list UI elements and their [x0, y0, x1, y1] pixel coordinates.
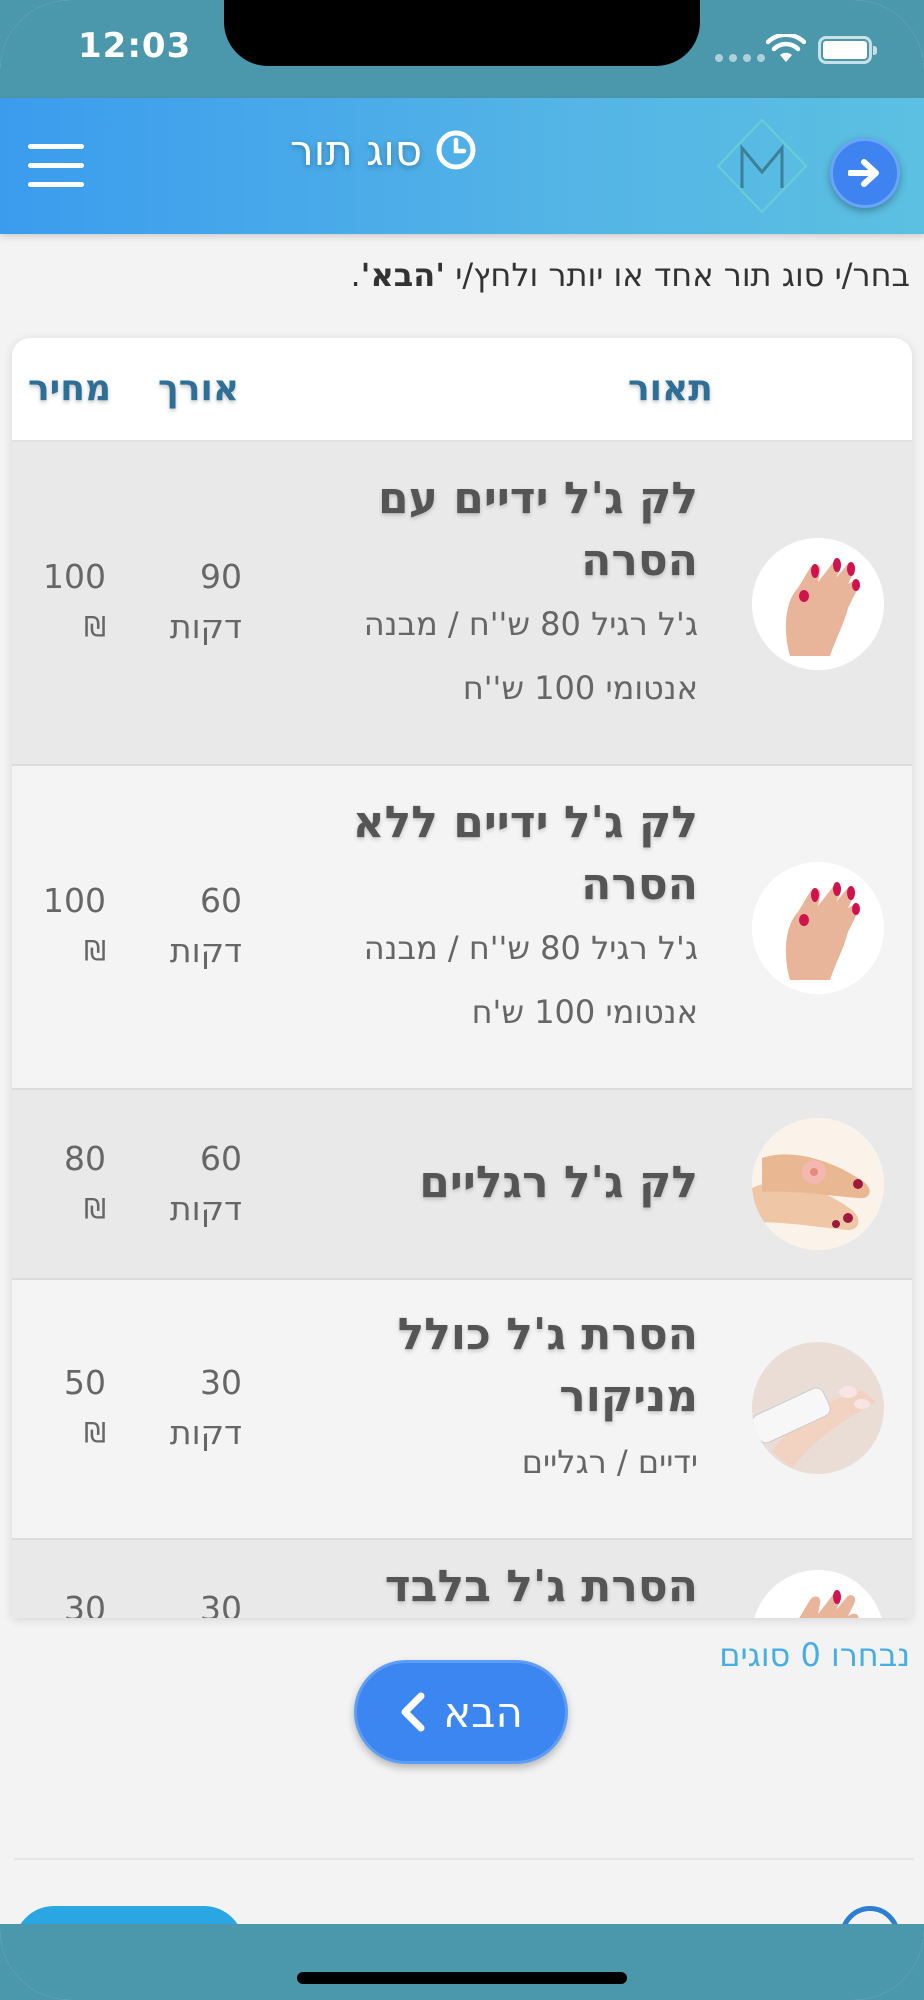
- arrow-right-icon: [848, 159, 879, 187]
- home-bar-area: [0, 1924, 924, 2000]
- app-header: סוג תור: [0, 98, 924, 234]
- instruction-emphasis: 'הבא': [360, 256, 446, 294]
- service-image: [752, 538, 884, 670]
- next-button-label: הבא: [443, 1687, 523, 1737]
- table-row[interactable]: הסרת ג'ל בלבד 30 30: [12, 1540, 912, 1618]
- service-length: 30: [200, 1589, 242, 1618]
- service-length: 30 דקות: [169, 1363, 242, 1452]
- service-image: [752, 1118, 884, 1250]
- status-bar: 12:03: [0, 0, 924, 98]
- cellular-signal-icon: [715, 54, 765, 62]
- page-title-group: סוג תור: [290, 120, 478, 180]
- forward-button[interactable]: [830, 138, 900, 208]
- wifi-icon: [766, 34, 806, 62]
- nail-file-icon: [752, 1342, 884, 1474]
- selected-count: נבחרו 0 סוגים: [719, 1636, 910, 1674]
- column-header-length: אורך: [158, 368, 240, 409]
- service-title: הסרת ג'ל בלבד: [384, 1561, 698, 1612]
- service-description: ידיים / רגליים: [521, 1443, 698, 1481]
- service-length: 60 דקות: [169, 881, 242, 970]
- manicure-hand-icon: [752, 1570, 884, 1618]
- service-length: 90 דקות: [169, 557, 242, 646]
- column-header-description: תאור: [628, 368, 713, 409]
- status-time: 12:03: [78, 26, 192, 66]
- service-length: 60 דקות: [169, 1139, 242, 1228]
- column-header-price: מחיר: [28, 368, 112, 409]
- manicure-hand-icon: [752, 862, 884, 994]
- table-row[interactable]: לק ג'ל ידיים ללא הסרה ג'ל רגיל 80 ש''ח /…: [12, 766, 912, 1090]
- divider: [14, 1858, 914, 1860]
- table-header: תאור אורך מחיר: [12, 338, 912, 442]
- service-table: תאור אורך מחיר לק ג'ל ידיים עם הסרה ג'ל …: [12, 338, 912, 1618]
- app-screen: 12:03 סוג תור בחר/י סוג תור אחד או יותר …: [0, 0, 924, 2000]
- home-indicator[interactable]: [297, 1972, 627, 1984]
- menu-button[interactable]: [28, 144, 84, 188]
- table-row[interactable]: לק ג'ל רגליים 60 דקות 80 ₪: [12, 1090, 912, 1280]
- manicure-hand-icon: [752, 538, 884, 670]
- service-image: [752, 1342, 884, 1474]
- table-row[interactable]: הסרת ג'ל כולל מניקור ידיים / רגליים 30 ד…: [12, 1280, 912, 1540]
- service-price: 100 ₪: [43, 557, 106, 643]
- pedicure-feet-icon: [752, 1118, 884, 1250]
- service-image: [752, 1570, 884, 1618]
- hamburger-icon: [28, 144, 84, 149]
- service-image: [752, 862, 884, 994]
- notch: [224, 0, 700, 66]
- service-price: 30: [64, 1589, 106, 1618]
- service-title: לק ג'ל ידיים ללא הסרה: [352, 797, 698, 910]
- service-price: 50 ₪: [64, 1363, 106, 1449]
- table-row[interactable]: לק ג'ל ידיים עם הסרה ג'ל רגיל 80 ש''ח / …: [12, 442, 912, 766]
- service-title: לק ג'ל רגליים: [419, 1157, 698, 1208]
- service-description: ג'ל רגיל 80 ש''ח / מבנה אנטומי 100 ש''ח: [363, 605, 698, 707]
- service-price: 80 ₪: [64, 1139, 106, 1225]
- battery-icon: [818, 36, 877, 64]
- brand-logo: [716, 118, 808, 214]
- service-title: הסרת ג'ל כולל מניקור: [397, 1309, 698, 1422]
- chevron-left-icon: [401, 1692, 425, 1732]
- clock-icon: [436, 130, 476, 170]
- service-price: 100 ₪: [43, 881, 106, 967]
- service-title: לק ג'ל ידיים עם הסרה: [377, 473, 698, 586]
- service-description: ג'ל רגיל 80 ש''ח / מבנה אנטומי 100 ש'ח: [363, 929, 698, 1031]
- next-button[interactable]: הבא: [354, 1660, 568, 1764]
- instruction-text: בחר/י סוג תור אחד או יותר ולחץ/י 'הבא'.: [350, 256, 910, 294]
- page-title: סוג תור: [290, 125, 423, 175]
